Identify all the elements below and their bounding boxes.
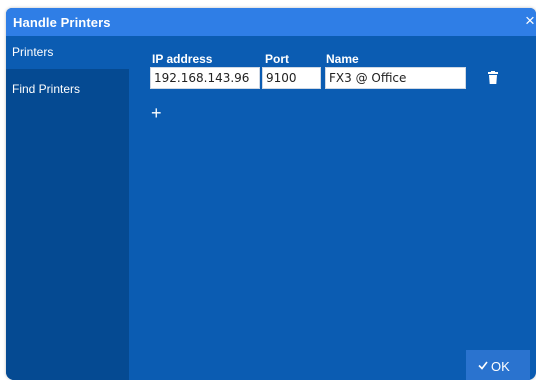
sidebar: Printers Find Printers [6,36,129,380]
column-header-name: Name [326,52,359,66]
checkmark-icon [478,361,488,370]
column-header-ip-address: IP address [152,52,213,66]
add-printer-button[interactable]: + [151,104,165,122]
close-icon[interactable]: × [525,12,536,29]
handle-printers-dialog: Handle Printers × Printers Find Printers… [6,8,536,380]
ok-button-label: OK [491,359,510,374]
sidebar-item-printers[interactable]: Printers [6,36,129,69]
title-bar: Handle Printers × [6,8,536,36]
trash-icon[interactable] [488,71,498,84]
column-header-port: Port [265,52,289,66]
sidebar-item-label: Find Printers [12,82,81,96]
dialog-title: Handle Printers [13,15,111,30]
printer-name-field[interactable] [325,67,466,89]
sidebar-item-find-printers[interactable]: Find Printers [6,69,129,102]
ok-button[interactable]: OK [466,350,530,380]
ip-address-field[interactable] [150,67,260,89]
port-field[interactable] [262,67,321,89]
sidebar-item-label: Printers [12,45,54,59]
